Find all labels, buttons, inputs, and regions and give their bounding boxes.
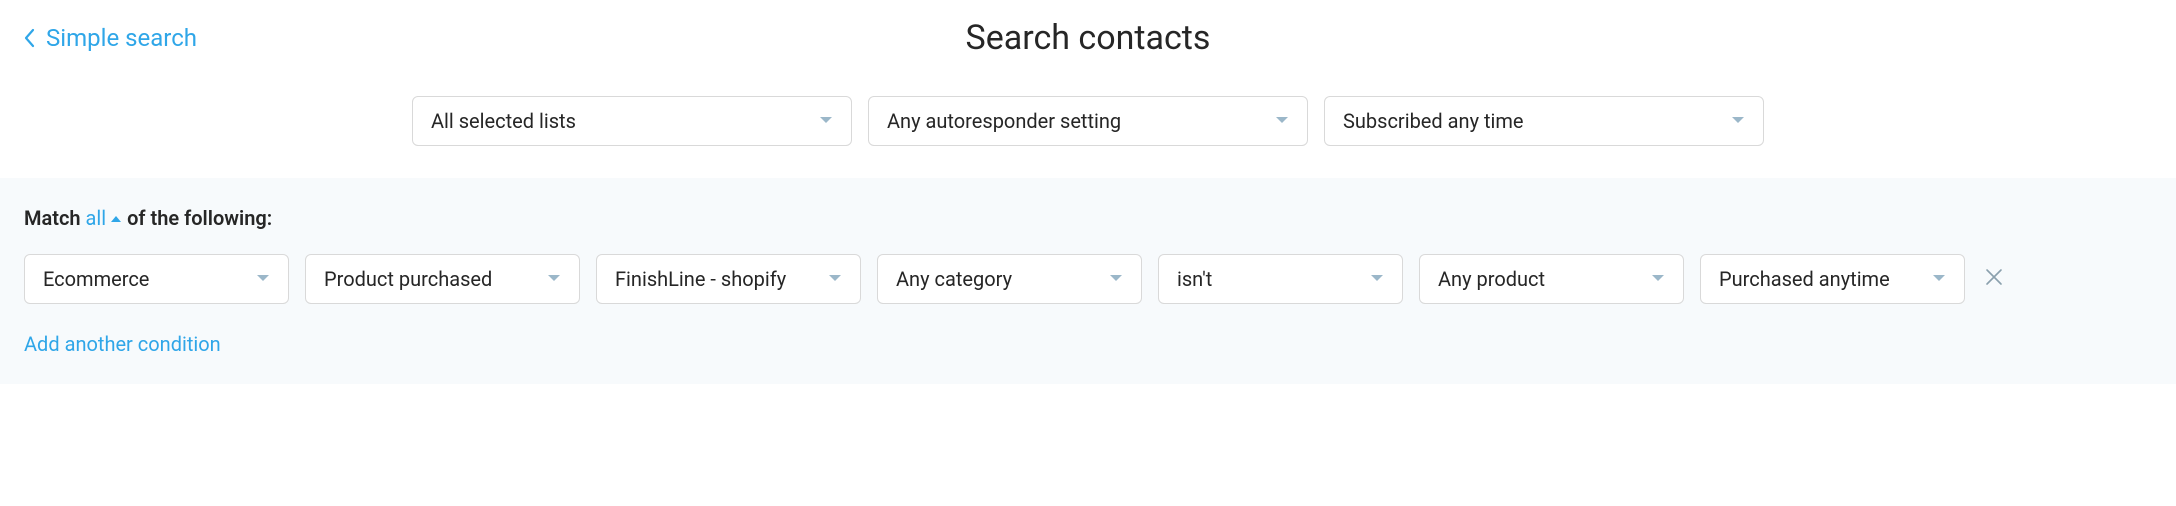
match-prefix: Match	[24, 206, 81, 230]
condition-operator-dropdown[interactable]: isn't	[1158, 254, 1403, 304]
lists-dropdown[interactable]: All selected lists	[412, 96, 852, 146]
autoresponder-dropdown[interactable]: Any autoresponder setting	[868, 96, 1308, 146]
chevron-down-icon	[1275, 116, 1289, 126]
chevron-down-icon	[819, 116, 833, 126]
condition-time-dropdown[interactable]: Purchased anytime	[1700, 254, 1965, 304]
chevron-down-icon	[256, 274, 270, 284]
autoresponder-dropdown-label: Any autoresponder setting	[887, 109, 1121, 133]
condition-field-label: Ecommerce	[43, 267, 149, 291]
page-title: Search contacts	[966, 18, 1211, 58]
chevron-down-icon	[547, 274, 561, 284]
chevron-up-icon	[110, 214, 122, 223]
match-suffix: of the following:	[127, 206, 272, 230]
lists-dropdown-label: All selected lists	[431, 109, 576, 133]
simple-search-link[interactable]: Simple search	[24, 24, 197, 52]
filter-row: All selected lists Any autoresponder set…	[24, 96, 2152, 146]
condition-event-dropdown[interactable]: Product purchased	[305, 254, 580, 304]
condition-time-label: Purchased anytime	[1719, 267, 1890, 291]
condition-product-dropdown[interactable]: Any product	[1419, 254, 1684, 304]
back-label: Simple search	[46, 24, 197, 52]
chevron-down-icon	[1370, 274, 1384, 284]
chevron-down-icon	[828, 274, 842, 284]
chevron-down-icon	[1932, 274, 1946, 284]
condition-product-label: Any product	[1438, 267, 1545, 291]
close-icon	[1985, 268, 2003, 290]
condition-field-dropdown[interactable]: Ecommerce	[24, 254, 289, 304]
condition-row: Ecommerce Product purchased FinishLine -…	[24, 254, 2152, 304]
condition-store-label: FinishLine - shopify	[615, 267, 786, 291]
condition-store-dropdown[interactable]: FinishLine - shopify	[596, 254, 861, 304]
condition-operator-label: isn't	[1177, 267, 1212, 291]
condition-category-dropdown[interactable]: Any category	[877, 254, 1142, 304]
condition-event-label: Product purchased	[324, 267, 492, 291]
match-mode-text: all	[86, 206, 107, 230]
chevron-left-icon	[24, 28, 36, 48]
match-mode-toggle[interactable]: all	[86, 206, 123, 230]
subscribed-dropdown[interactable]: Subscribed any time	[1324, 96, 1764, 146]
subscribed-dropdown-label: Subscribed any time	[1343, 109, 1524, 133]
chevron-down-icon	[1109, 274, 1123, 284]
condition-category-label: Any category	[896, 267, 1012, 291]
match-label: Match all of the following:	[24, 206, 2152, 230]
remove-condition-button[interactable]	[1981, 264, 2007, 294]
add-condition-link[interactable]: Add another condition	[24, 332, 2152, 356]
chevron-down-icon	[1731, 116, 1745, 126]
chevron-down-icon	[1651, 274, 1665, 284]
